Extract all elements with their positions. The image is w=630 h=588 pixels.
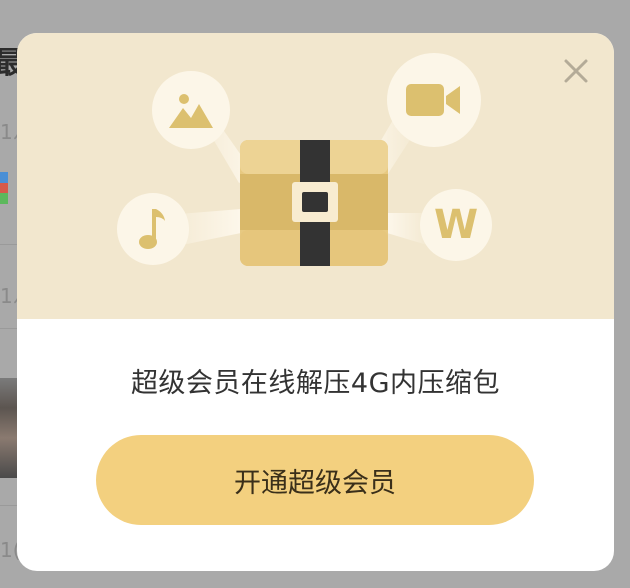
archive-box-icon xyxy=(240,140,388,266)
open-super-member-button[interactable]: 开通超级会员 xyxy=(96,435,534,525)
music-note-icon xyxy=(117,193,189,265)
video-camera-icon xyxy=(387,53,481,147)
close-icon[interactable] xyxy=(560,55,592,87)
background-thumbnail xyxy=(0,172,8,204)
upgrade-dialog: W 超级会员在线解压4G内压缩包 开通超级会员 xyxy=(17,33,614,571)
word-document-icon: W xyxy=(420,189,492,261)
image-icon xyxy=(152,71,230,149)
dialog-headline: 超级会员在线解压4G内压缩包 xyxy=(130,368,501,399)
hero-illustration: W xyxy=(17,33,614,319)
background-photo xyxy=(0,378,18,478)
